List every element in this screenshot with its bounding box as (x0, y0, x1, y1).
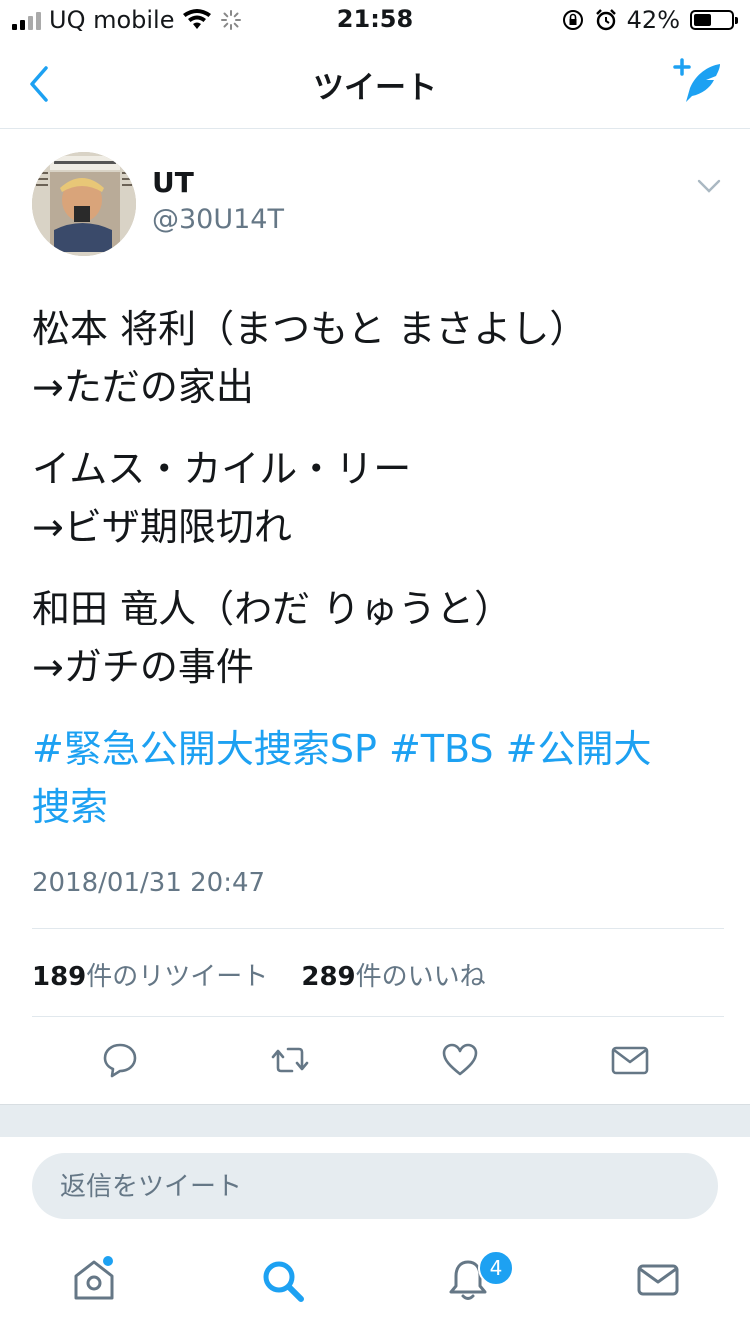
tweet-stats: 189件のリツイート 289件のいいね (32, 956, 486, 993)
status-right: 42% (561, 6, 738, 34)
page-title: ツイート (313, 70, 437, 106)
reply-input[interactable] (58, 1153, 662, 1221)
hashtag-line[interactable]: #緊急公開大捜索SP #TBS #公開大 (32, 720, 722, 778)
tweet-paragraph: イムス・カイル・リー →ビザ期限切れ (32, 440, 722, 556)
status-bar: UQ mobile 21:58 42% (0, 0, 750, 40)
messages-icon[interactable] (634, 1256, 682, 1304)
tweet-paragraph: 松本 将利（まつもと まさよし） →ただの家出 (32, 300, 722, 416)
avatar-image (32, 152, 136, 256)
author-handle[interactable]: @30U14T (152, 204, 284, 235)
like-label: 件のいいね (355, 962, 486, 992)
divider (32, 1016, 724, 1017)
battery-icon (690, 10, 738, 30)
section-separator (0, 1104, 750, 1137)
tweet-line: イムス・カイル・リー (32, 447, 412, 491)
like-stat[interactable]: 289件のいいね (301, 962, 485, 992)
tweet-line: 松本 将利（まつもと まさよし） (32, 307, 588, 351)
home-unread-dot (103, 1256, 113, 1266)
avatar[interactable] (32, 152, 136, 256)
tab-bar (0, 1244, 750, 1334)
tweet-actions (100, 1040, 660, 1080)
orientation-lock-icon (562, 10, 583, 30)
tweet-line: →ビザ期限切れ (32, 505, 292, 549)
chevron-down-icon[interactable] (696, 176, 722, 196)
retweet-label: 件のリツイート (86, 962, 269, 992)
tweet-line: →ガチの事件 (32, 645, 254, 689)
heart-icon[interactable] (440, 1040, 480, 1080)
tweet-paragraph: 和田 竜人（わだ りゅうと） →ガチの事件 (32, 580, 722, 696)
reply-composer[interactable] (32, 1153, 718, 1221)
compose-tweet-icon[interactable] (672, 58, 726, 108)
alarm-icon (595, 9, 616, 31)
tweet-hashtags[interactable]: #緊急公開大捜索SP #TBS #公開大 捜索 (32, 720, 722, 836)
retweet-count: 189 (32, 962, 87, 992)
notification-badge: 4 (478, 1250, 514, 1286)
battery-percent: 42% (626, 6, 680, 34)
tweet-header: UT @30U14T (32, 152, 722, 262)
tweet-text: 松本 将利（まつもと まさよし） →ただの家出 イムス・カイル・リー →ビザ期限… (32, 300, 722, 860)
divider (32, 928, 724, 929)
author-name[interactable]: UT (152, 166, 194, 199)
tweet-line: 和田 竜人（わだ りゅうと） (32, 587, 513, 631)
nav-bar: ツイート (0, 40, 750, 129)
direct-message-icon[interactable] (610, 1040, 650, 1080)
hashtag-line[interactable]: 捜索 (32, 778, 722, 836)
retweet-stat[interactable]: 189件のリツイート (32, 962, 268, 992)
reply-icon[interactable] (100, 1040, 140, 1080)
retweet-icon[interactable] (270, 1040, 310, 1080)
like-count: 289 (301, 962, 356, 992)
search-icon[interactable] (258, 1256, 306, 1304)
tweet-line: →ただの家出 (32, 365, 254, 409)
tweet-timestamp: 2018/01/31 20:47 (32, 868, 266, 898)
